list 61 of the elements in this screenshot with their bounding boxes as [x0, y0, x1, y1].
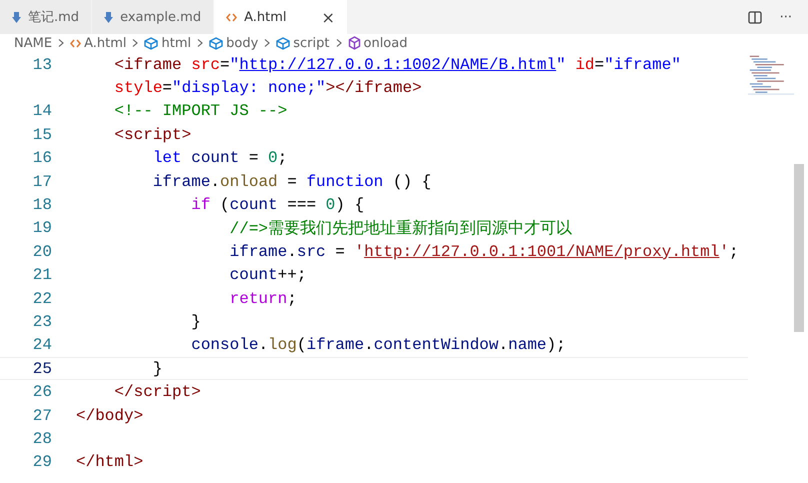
code-line: iframe.onload = function () {: [152, 172, 432, 191]
cube-icon: [144, 36, 158, 50]
down-arrow-icon: [12, 12, 21, 22]
cube-icon: [209, 36, 224, 50]
code-line: }: [152, 360, 162, 378]
minimap-drawing: [748, 54, 794, 97]
line-number: 13: [32, 56, 53, 74]
editor-tab[interactable]: 笔记.md: [0, 0, 92, 34]
more-actions-button[interactable]: ···: [780, 10, 792, 24]
line-number: 22: [32, 290, 53, 308]
code-line: console.log(iframe.contentWindow.name);: [190, 336, 566, 354]
code-line: count++;: [228, 266, 306, 284]
chevron-icon: [196, 39, 204, 47]
code-line: </body>: [76, 406, 144, 425]
line-number: 29: [32, 453, 53, 472]
line-number: 21: [32, 266, 53, 284]
scrollbar-thumb[interactable]: [794, 164, 804, 332]
line-number: 14: [32, 102, 53, 120]
code-line: let count = 0;: [152, 149, 288, 168]
line-number: 25: [32, 360, 53, 378]
code-line: iframe.src = 'http://127.0.0.1:1001/NAME/proxy.html';: [228, 242, 739, 261]
chevron-icon: [334, 39, 342, 47]
split-editor-icon[interactable]: [748, 10, 762, 24]
editor-tab[interactable]: example.md: [92, 0, 214, 34]
code-line: <script>: [113, 126, 192, 144]
code-brackets-icon: [226, 12, 238, 22]
code-line: </html>: [76, 453, 144, 472]
chevron-icon: [57, 39, 66, 47]
chevron-icon: [263, 39, 272, 47]
breadcrumb-item[interactable]: onload: [364, 36, 408, 50]
code-brackets-icon: [70, 38, 82, 48]
line-number: 28: [32, 430, 53, 448]
line-number: 16: [32, 149, 53, 168]
line-number: 27: [32, 406, 53, 425]
line-number: 18: [32, 196, 53, 214]
line-number: 20: [32, 242, 53, 261]
cube-icon: [276, 36, 290, 50]
breadcrumb-item[interactable]: body: [226, 36, 258, 50]
breadcrumb-item[interactable]: NAME: [14, 36, 52, 50]
line-number: 23: [32, 312, 53, 331]
code-line: return;: [228, 290, 297, 308]
chevron-icon: [131, 39, 140, 47]
breadcrumb-item[interactable]: script: [293, 36, 330, 50]
code-line: //=>需要我们先把地址重新指向到同源中才可以: [228, 218, 572, 239]
code-line: <!-- IMPORT JS -->: [113, 102, 288, 120]
code-line: if (count === 0) {: [190, 196, 364, 214]
breadcrumb-item[interactable]: html: [161, 36, 192, 50]
editor-tab[interactable]: A.html ×: [214, 0, 348, 34]
code-line: style="display: none;"></iframe>: [113, 79, 422, 98]
line-number: 15: [32, 126, 53, 144]
down-arrow-icon: [104, 12, 114, 22]
line-number: 19: [32, 219, 53, 238]
code-line: }: [190, 312, 201, 331]
line-number: 24: [32, 336, 53, 354]
code-line: <iframe src="http://127.0.0.1:1002/NAME/B.html" id="iframe": [113, 56, 681, 74]
line-number: 17: [32, 172, 53, 191]
breadcrumb-item[interactable]: A.html: [84, 36, 126, 50]
line-number: 26: [32, 383, 53, 402]
cube-icon: [348, 36, 360, 50]
code-line: </script>: [113, 383, 201, 402]
close-icon[interactable]: ×: [322, 8, 335, 26]
